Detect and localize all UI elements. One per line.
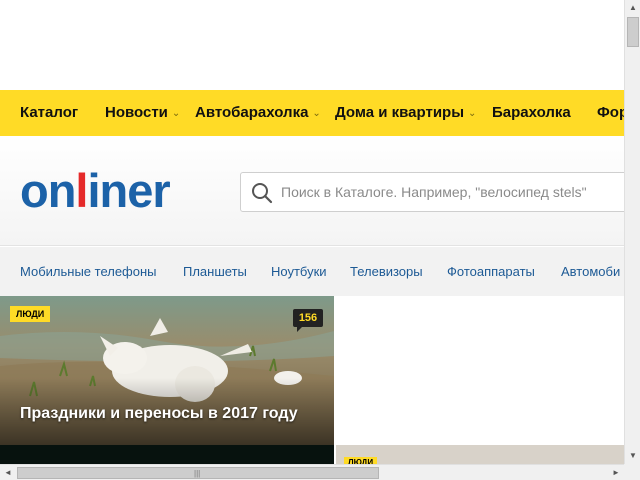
category-links: Мобильные телефоны Планшеты Ноутбуки Тел… [0,247,624,296]
category-tablets[interactable]: Планшеты [183,247,247,296]
nav-item-label: Барахолка [492,104,571,121]
nav-item-catalog[interactable]: Каталог [20,90,78,136]
news-tag: ЛЮДИ [10,306,51,322]
nav-item-news[interactable]: Новости ⌄ [105,90,180,136]
news-card-dark[interactable] [0,445,334,465]
category-laptops[interactable]: Ноутбуки [271,247,327,296]
category-cameras[interactable]: Фотоаппараты [447,247,535,296]
nav-item-realty[interactable]: Дома и квартиры ⌄ [335,90,476,136]
search-input[interactable] [281,173,627,211]
scroll-right-icon[interactable]: ► [608,465,624,480]
horizontal-scrollbar[interactable]: ◄ ||| ► [0,464,624,480]
nav-item-label: Новости [105,104,168,121]
news-card-secondary[interactable]: ЛЮДИ [336,445,624,465]
logo-accent-letter: l [75,164,88,217]
nav-item-auto-market[interactable]: Автобарахолка ⌄ [195,90,321,136]
site-header: onliner [0,136,630,246]
top-ad-area [0,0,624,90]
logo-text: on [20,164,76,217]
nav-item-label: Каталог [20,104,79,121]
comments-count-badge[interactable]: 156 [293,309,323,332]
category-mobile-phones[interactable]: Мобильные телефоны [20,247,157,296]
onliner-logo[interactable]: onliner [20,164,171,217]
search-box [240,172,630,212]
vertical-scrollbar[interactable]: ▲ ▼ [624,0,640,464]
scroll-up-icon[interactable]: ▲ [625,0,640,16]
nav-item-label: Автобарахолка [195,104,309,121]
nav-item-forum[interactable]: Фор [597,90,624,136]
nav-item-flea-market[interactable]: Барахолка [492,90,571,136]
main-navigation: Каталог Новости ⌄ Автобарахолка ⌄ Дома и к… [0,90,624,136]
chevron-down-icon: ⌄ [468,108,477,119]
scroll-left-icon[interactable]: ◄ [0,465,16,480]
grip-icon: ||| [194,469,201,478]
chevron-down-icon: ⌄ [171,108,181,119]
scrollbar-thumb[interactable] [627,17,639,47]
scroll-down-icon[interactable]: ▼ [625,448,640,464]
category-cars[interactable]: Автомоби [561,247,620,296]
news-title[interactable]: Праздники и переносы в 2017 году [20,405,320,423]
search-icon[interactable] [251,182,273,204]
nav-item-label: Фор [597,104,624,121]
nav-item-label: Дома и квартиры [335,104,465,121]
logo-text: iner [87,164,170,217]
scrollbar-thumb[interactable]: ||| [17,467,379,479]
scrollbar-corner [624,464,640,480]
chevron-down-icon: ⌄ [312,108,321,119]
category-tvs[interactable]: Телевизоры [350,247,423,296]
